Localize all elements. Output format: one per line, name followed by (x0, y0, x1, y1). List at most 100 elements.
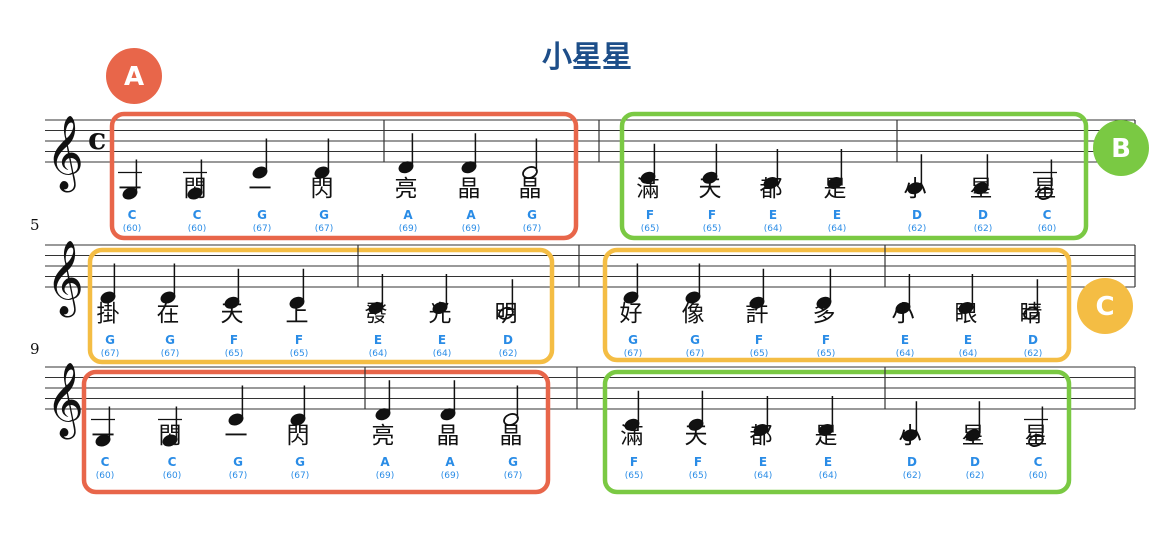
lyric-syllable: 像 (682, 301, 705, 327)
note-name-label: F (708, 208, 716, 222)
note-name-label: E (759, 455, 767, 469)
lyric-syllable: 星 (970, 176, 993, 202)
lyric-syllable: 小 (899, 423, 922, 449)
lyric-syllable: 發 (365, 301, 388, 327)
treble-clef-icon: 𝄞 (46, 241, 84, 318)
measure-number: 9 (30, 340, 40, 358)
midi-number-label: (67) (624, 349, 642, 359)
note-name-label: C (1043, 208, 1052, 222)
lyric-syllable: 一 (225, 423, 248, 449)
treble-clef-icon: 𝄞 (46, 116, 84, 193)
midi-number-label: (67) (315, 224, 333, 234)
midi-number-label: (69) (399, 224, 417, 234)
note-name-label: G (233, 455, 243, 469)
lyric-syllable: 亮 (395, 176, 418, 202)
badge-label: B (1111, 134, 1131, 164)
midi-number-label: (67) (229, 471, 247, 481)
midi-number-label: (62) (974, 224, 992, 234)
lyric-syllable: 一 (119, 176, 142, 202)
note-name-label: G (527, 208, 537, 222)
lyric-syllable: 晶 (519, 176, 542, 202)
note-name-label: F (755, 333, 763, 347)
lyric-syllable: 星 (962, 423, 985, 449)
midi-number-label: (62) (908, 224, 926, 234)
lyric-syllable: 亮 (372, 423, 395, 449)
midi-number-label: (64) (896, 349, 914, 359)
note-name-label: E (769, 208, 777, 222)
midi-number-label: (64) (819, 471, 837, 481)
lyric-syllable: 一 (92, 423, 115, 449)
midi-number-label: (65) (625, 471, 643, 481)
midi-number-label: (64) (828, 224, 846, 234)
sheet-music-score: 小星星 𝄞 c一C(60)閃C(60)一G(67)閃G(67)亮A(69)晶A(6… (30, 40, 1149, 495)
note-name-label: A (466, 208, 476, 222)
note-name-label: D (970, 455, 980, 469)
midi-number-label: (60) (123, 224, 141, 234)
midi-number-label: (67) (101, 349, 119, 359)
midi-number-label: (69) (376, 471, 394, 481)
midi-number-label: (65) (750, 349, 768, 359)
section-badge-b: B (1093, 120, 1149, 176)
note-name-label: A (445, 455, 455, 469)
midi-number-label: (64) (764, 224, 782, 234)
lyric-syllable: 滿 (637, 176, 660, 202)
lyric-syllable: 滿 (621, 423, 644, 449)
midi-number-label: (62) (966, 471, 984, 481)
note-name-label: G (319, 208, 329, 222)
note-name-label: G (105, 333, 115, 347)
note-name-label: A (403, 208, 413, 222)
midi-number-label: (64) (433, 349, 451, 359)
lyric-syllable: 晶 (458, 176, 481, 202)
lyric-syllable: 睛 (1020, 301, 1043, 327)
note-name-label: F (295, 333, 303, 347)
lyric-syllable: 閃 (184, 176, 207, 202)
note-name-label: D (907, 455, 917, 469)
note-name-label: E (824, 455, 832, 469)
midi-number-label: (69) (441, 471, 459, 481)
note-name-label: D (978, 208, 988, 222)
lyric-syllable: 光 (429, 301, 452, 327)
midi-number-label: (67) (291, 471, 309, 481)
midi-number-label: (65) (689, 471, 707, 481)
lyric-syllable: 小 (904, 176, 927, 202)
midi-number-label: (60) (1038, 224, 1056, 234)
lyric-syllable: 都 (760, 176, 783, 202)
lyric-syllable: 好 (620, 301, 643, 327)
song-title: 小星星 (542, 40, 632, 75)
note-name-label: E (964, 333, 972, 347)
midi-number-label: (62) (903, 471, 921, 481)
treble-clef-icon: 𝄞 (46, 363, 84, 440)
lyric-syllable: 眼 (955, 301, 978, 327)
midi-number-label: (65) (641, 224, 659, 234)
midi-number-label: (62) (499, 349, 517, 359)
note-name-label: D (912, 208, 922, 222)
lyric-syllable: 在 (157, 301, 180, 327)
midi-number-label: (67) (686, 349, 704, 359)
note-name-label: G (628, 333, 638, 347)
phrase-box-a (109, 111, 579, 241)
note-name-label: F (646, 208, 654, 222)
lyric-syllable: 閃 (311, 176, 334, 202)
lyric-syllable: 天 (221, 301, 244, 327)
lyric-syllable: 星 (1025, 423, 1048, 449)
note-name-label: C (101, 455, 110, 469)
measure-number: 5 (30, 216, 40, 234)
note-name-label: F (694, 455, 702, 469)
note-name-label: F (822, 333, 830, 347)
phrase-box-a (81, 369, 551, 495)
midi-number-label: (65) (225, 349, 243, 359)
lyric-syllable: 明 (495, 301, 518, 327)
lyric-syllable: 星 (1034, 176, 1057, 202)
note-name-label: E (438, 333, 446, 347)
note-name-label: D (1028, 333, 1038, 347)
lyric-syllable: 是 (824, 176, 847, 202)
midi-number-label: (60) (188, 224, 206, 234)
badge-label: A (124, 62, 144, 92)
note-name-label: F (630, 455, 638, 469)
midi-number-label: (65) (703, 224, 721, 234)
lyric-syllable: 閃 (287, 423, 310, 449)
note-name-label: C (1034, 455, 1043, 469)
midi-number-label: (67) (161, 349, 179, 359)
midi-number-label: (67) (504, 471, 522, 481)
note-name-label: F (230, 333, 238, 347)
